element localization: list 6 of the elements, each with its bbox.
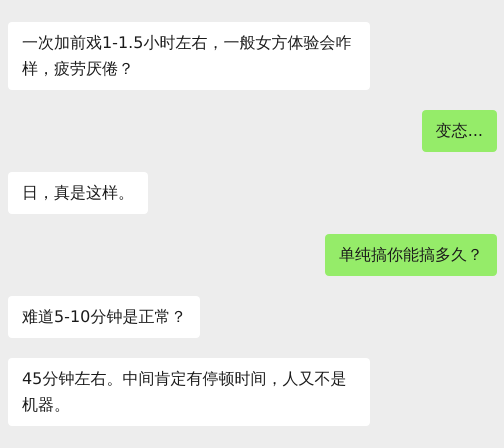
message-bubble: 难道5-10分钟是正常？ bbox=[8, 296, 200, 338]
message-bubble: 45分钟左右。中间肯定有停顿时间，人又不是机器。 bbox=[8, 358, 370, 426]
message-bubble: 日，真是这样。 bbox=[8, 172, 148, 214]
message-bubble: 单纯搞你能搞多久？ bbox=[325, 234, 497, 276]
message-bubble: 变态... bbox=[422, 110, 497, 152]
message-bubble: 一次加前戏1-1.5小时左右，一般女方体验会咋样，疲劳厌倦？ bbox=[8, 22, 370, 90]
